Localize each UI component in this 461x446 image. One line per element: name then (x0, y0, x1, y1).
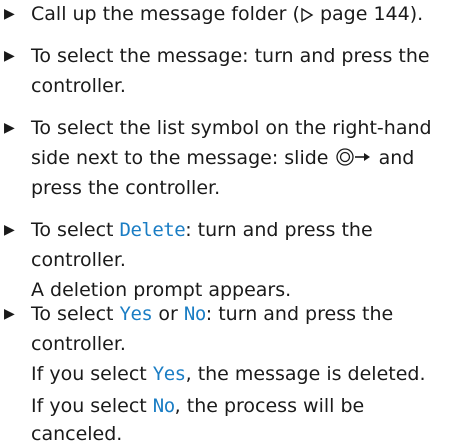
triangle-right-outline-icon (300, 5, 314, 29)
bullet-arrow-icon: ▶ (4, 6, 15, 22)
step-text-part: page 144). (313, 3, 424, 25)
step-text-part: , the process will be (174, 395, 365, 417)
step-text-part: or (152, 303, 184, 325)
bullet-arrow-icon: ▶ (4, 222, 15, 238)
step-text: controller. (31, 75, 126, 97)
step-result-no: If you select No, the process will be (31, 394, 364, 418)
step-text-part: Call up the message folder ( (31, 3, 300, 25)
instruction-page: ▶ Call up the message folder ( page 144)… (0, 0, 461, 445)
bullet-arrow-icon: ▶ (4, 48, 15, 64)
step-text-part: : turn and press the (205, 303, 394, 325)
step-text: controller. (31, 249, 126, 271)
step-text: To select the list symbol on the right-h… (31, 117, 432, 139)
keyword-no: No (183, 303, 206, 325)
step-text-part: If you select (31, 363, 153, 385)
step-result-yes: If you select Yes, the message is delete… (31, 362, 426, 386)
step-text: To select the message: turn and press th… (31, 45, 430, 67)
keyword-delete: Delete (119, 219, 186, 241)
step-text: To select Yes or No: turn and press the (31, 302, 393, 326)
step-result: A deletion prompt appears. (31, 279, 292, 301)
step-text-part: To select (31, 219, 120, 241)
controller-slide-right-icon (335, 147, 373, 173)
step-text: side next to the message: slide and (31, 146, 414, 170)
keyword-yes: Yes (119, 303, 153, 325)
step-text-part: If you select (31, 395, 153, 417)
step-text: Call up the message folder ( page 144). (31, 2, 423, 26)
step-text-part: : turn and press the (185, 219, 373, 241)
step-text-part: and (378, 147, 415, 169)
keyword-no: No (152, 395, 175, 417)
bullet-arrow-icon: ▶ (4, 120, 15, 136)
keyword-yes: Yes (152, 363, 186, 385)
step-text-part: side next to the message: slide (31, 147, 335, 169)
step-text-part: , the message is deleted. (185, 363, 426, 385)
step-text-part: To select (31, 303, 120, 325)
step-text: press the controller. (31, 177, 221, 199)
step-text: To select Delete: turn and press the (31, 218, 373, 242)
bullet-arrow-icon: ▶ (4, 306, 15, 322)
step-text: controller. (31, 333, 126, 355)
step-result-no-continued: canceled. (31, 423, 123, 445)
